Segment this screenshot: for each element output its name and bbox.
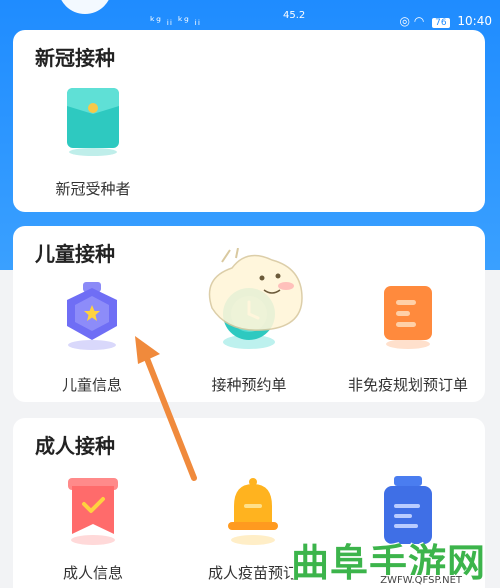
watermark-url: ZWFW.QFSP.NET [377, 575, 465, 586]
pointer-arrow [135, 336, 197, 481]
site-watermark: 曲阜手游网 ZWFW.QFSP.NET [283, 532, 497, 588]
